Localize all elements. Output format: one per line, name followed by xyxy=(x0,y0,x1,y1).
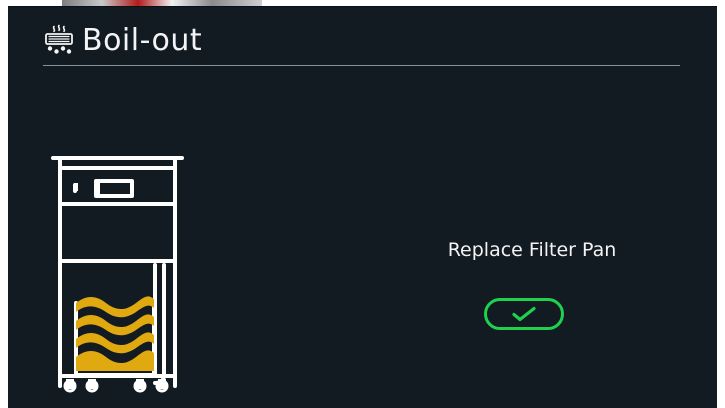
page-title: Boil-out xyxy=(82,23,203,58)
replace-filter-pan-message: Replace Filter Pan xyxy=(447,239,617,261)
header-divider xyxy=(43,65,680,66)
fryer-filter-pan-icon xyxy=(51,156,184,393)
boil-out-icon xyxy=(45,24,73,54)
page-header: Boil-out xyxy=(42,17,202,65)
left-frame-edge xyxy=(0,0,8,408)
boil-out-screen: Boil-out Replace Filter Pan xyxy=(8,6,717,408)
confirm-button[interactable] xyxy=(484,298,564,330)
checkmark-icon xyxy=(512,306,536,322)
status-message-area: Replace Filter Pan xyxy=(418,239,646,262)
right-frame-edge xyxy=(717,0,725,408)
